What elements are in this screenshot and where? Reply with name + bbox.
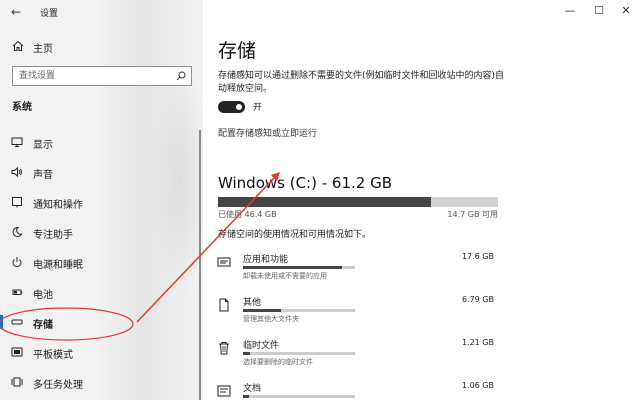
search-box[interactable] — [12, 66, 192, 86]
sidebar: ← 设置 主页 系统 显示 声音 — [0, 0, 203, 400]
category-subtext: 选择要删除的临时文件 — [243, 358, 313, 366]
app-title: 设置 — [40, 9, 59, 19]
sidebar-item-multitasking[interactable]: 多任务处理 — [0, 370, 200, 394]
category-usage-fill — [243, 352, 250, 355]
category-temp-files[interactable]: 临时文件 1.21 GB 选择要删除的临时文件 — [215, 338, 497, 368]
storage-sense-toggle[interactable] — [218, 101, 245, 113]
category-usage-fill — [243, 266, 342, 269]
configure-storage-sense-link[interactable]: 配置存储感知或立即运行 — [218, 126, 317, 139]
category-other[interactable]: 其他 6.79 GB 管理其他大文件夹 — [215, 295, 497, 325]
sidebar-item-storage[interactable]: 存储 — [0, 310, 200, 334]
sidebar-item-label: 专注助手 — [33, 230, 73, 241]
category-size: 1.21 GB — [461, 338, 494, 347]
category-usage-fill — [243, 395, 249, 398]
category-name: 临时文件 — [243, 341, 280, 351]
sidebar-item-focus-assist[interactable]: 专注助手 — [0, 220, 200, 244]
sidebar-item-label: 存储 — [33, 320, 53, 331]
category-size: 1.06 GB — [461, 381, 494, 390]
category-usage-bar — [243, 352, 355, 355]
trash-icon — [219, 342, 229, 355]
battery-icon — [12, 289, 23, 295]
close-button[interactable]: ✕ — [616, 4, 634, 17]
storage-sense-description: 存储感知可以通过删除不需要的文件(例如临时文件和回收站中的内容)自动释放空间。 — [218, 71, 505, 94]
category-subtext: 管理其他大文件夹 — [243, 315, 299, 323]
section-title: 系统 — [12, 102, 32, 113]
sidebar-item-label: 多任务处理 — [33, 380, 83, 391]
home-icon — [12, 40, 24, 51]
toggle-knob — [236, 104, 242, 110]
category-name: 文档 — [243, 384, 262, 394]
drive-title: Windows (C:) - 61.2 GB — [218, 174, 392, 192]
sidebar-item-tablet-mode[interactable]: 平板模式 — [0, 340, 200, 364]
category-documents[interactable]: 文档 1.06 GB — [215, 381, 497, 411]
sidebar-item-label: 电池 — [33, 290, 53, 301]
category-name: 应用和功能 — [243, 255, 289, 265]
home-label: 主页 — [33, 44, 53, 55]
sidebar-item-battery[interactable]: 电池 — [0, 280, 200, 304]
sidebar-item-sound[interactable]: 声音 — [0, 160, 200, 184]
search-icon — [176, 71, 186, 81]
apps-icon — [217, 257, 231, 267]
category-apps[interactable]: 应用和功能 17.6 GB 卸载未使用或不需要的应用 — [215, 252, 497, 282]
category-subtext: 卸载未使用或不需要的应用 — [243, 272, 327, 280]
storage-icon — [11, 319, 23, 325]
category-size: 6.79 GB — [461, 295, 494, 304]
sidebar-item-power-sleep[interactable]: 电源和睡眠 — [0, 250, 200, 274]
toggle-state-label: 开 — [253, 103, 263, 113]
sidebar-item-label: 电源和睡眠 — [33, 260, 83, 271]
display-icon — [11, 137, 23, 147]
title-bar: ← 设置 — [0, 0, 203, 24]
notification-icon — [12, 197, 22, 208]
minimize-button[interactable]: — — [560, 4, 580, 17]
category-usage-bar — [243, 266, 355, 269]
other-files-icon — [219, 298, 229, 312]
category-usage-bar — [243, 395, 355, 398]
speaker-icon — [11, 166, 22, 178]
sidebar-item-display[interactable]: 显示 — [0, 130, 200, 154]
sidebar-item-notifications[interactable]: 通知和操作 — [0, 190, 200, 214]
maximize-button[interactable]: ☐ — [589, 4, 609, 17]
sidebar-item-label: 通知和操作 — [33, 200, 83, 211]
category-name: 其他 — [243, 298, 262, 308]
search-input[interactable] — [19, 70, 169, 82]
main-content: — ☐ ✕ 存储 存储感知可以通过删除不需要的文件(例如临时文件和回收站中的内容… — [203, 0, 634, 400]
power-icon — [12, 257, 22, 268]
home-nav-item[interactable]: 主页 — [0, 37, 200, 57]
tablet-icon — [11, 347, 23, 357]
back-arrow-icon[interactable]: ← — [8, 4, 24, 20]
drive-used-text: 已使用 46.4 GB — [218, 210, 277, 219]
sidebar-item-label: 平板模式 — [33, 350, 73, 361]
active-indicator — [0, 315, 3, 329]
page-title: 存储 — [218, 40, 257, 62]
sidebar-scrollbar[interactable] — [199, 130, 201, 400]
usage-description: 存储空间的使用情况和可用情况如下。 — [218, 230, 372, 240]
category-usage-bar — [243, 309, 355, 312]
category-usage-fill — [243, 309, 282, 312]
drive-free-text: 14.7 GB 可用 — [447, 210, 498, 219]
drive-usage-bar — [218, 197, 498, 207]
moon-icon — [12, 226, 23, 237]
sidebar-item-label: 声音 — [33, 170, 53, 181]
multitask-icon — [11, 377, 23, 387]
drive-usage-fill — [218, 197, 431, 207]
document-icon — [217, 385, 231, 397]
sidebar-item-label: 显示 — [33, 140, 53, 151]
category-size: 17.6 GB — [461, 252, 494, 261]
